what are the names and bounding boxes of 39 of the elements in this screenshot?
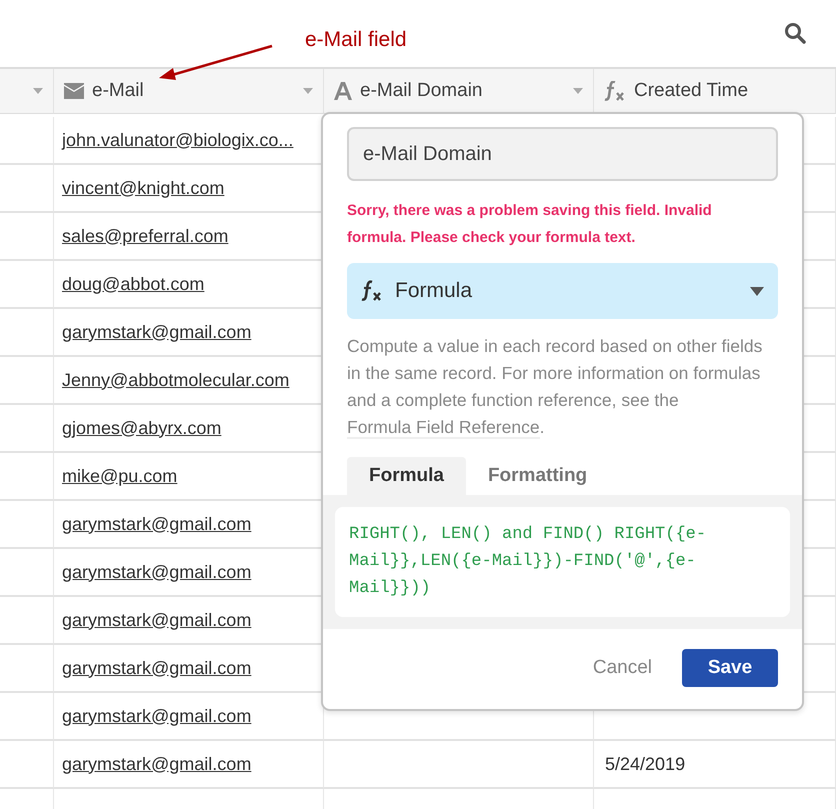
caret-icon[interactable] xyxy=(303,88,313,94)
email-link[interactable]: garymstark@gmail.com xyxy=(62,706,252,726)
email-link[interactable]: garymstark@gmail.com xyxy=(62,322,252,342)
field-type-description: Compute a value in each record based on other fields in the same record. For more information on formulas and a complete function reference, see the Formula Field Reference. xyxy=(347,335,764,441)
column-header[interactable]: e-Mail xyxy=(54,69,324,114)
envelope-icon xyxy=(64,83,84,99)
email-link[interactable]: doug@abbot.com xyxy=(62,274,204,294)
column-label: e-Mail xyxy=(92,80,144,102)
email-link[interactable]: Jenny@abbotmolecular.com xyxy=(62,370,290,390)
email-link[interactable]: garymstark@gmail.com xyxy=(62,610,252,630)
caret-icon[interactable] xyxy=(573,88,583,94)
formula-icon xyxy=(604,81,626,101)
column-header[interactable]: e-Mail Domain xyxy=(324,69,594,114)
email-link[interactable]: garymstark@gmail.com xyxy=(62,754,252,774)
error-message: Sorry, there was a problem saving this field. Invalid formula. Please check your formula text. xyxy=(347,201,713,248)
email-link[interactable]: garymstark@gmail.com xyxy=(62,658,252,678)
caret-icon xyxy=(750,286,764,296)
email-link[interactable]: vincent@knight.com xyxy=(62,178,224,198)
field-type-dropdown[interactable]: Formula xyxy=(347,263,778,319)
cancel-button[interactable]: Cancel xyxy=(586,656,658,680)
table-cell: 5/24/2019 xyxy=(594,741,836,789)
annotation-label: e-Mail field xyxy=(305,28,407,52)
text-type-icon xyxy=(334,82,352,100)
email-link[interactable]: garymstark@gmail.com xyxy=(62,562,252,582)
email-link[interactable]: mike@pu.com xyxy=(62,466,178,486)
field-name-input[interactable]: e-Mail Domain xyxy=(347,127,778,181)
tab[interactable]: Formula xyxy=(347,457,466,495)
email-link[interactable]: sales@preferral.com xyxy=(62,226,228,246)
column-label: Created Time xyxy=(634,80,748,102)
column-label: e-Mail Domain xyxy=(360,80,482,102)
column-header[interactable] xyxy=(0,69,54,114)
formula-icon xyxy=(361,280,383,302)
column-header[interactable]: Created Time xyxy=(594,69,836,114)
save-button[interactable]: Save xyxy=(682,649,778,687)
email-link[interactable]: gjomes@abyrx.com xyxy=(62,418,222,438)
caret-icon[interactable] xyxy=(33,88,43,94)
email-link[interactable]: john.valunator@biologix.co... xyxy=(62,130,294,150)
email-link[interactable]: garymstark@gmail.com xyxy=(62,514,252,534)
search-icon[interactable] xyxy=(784,22,806,44)
